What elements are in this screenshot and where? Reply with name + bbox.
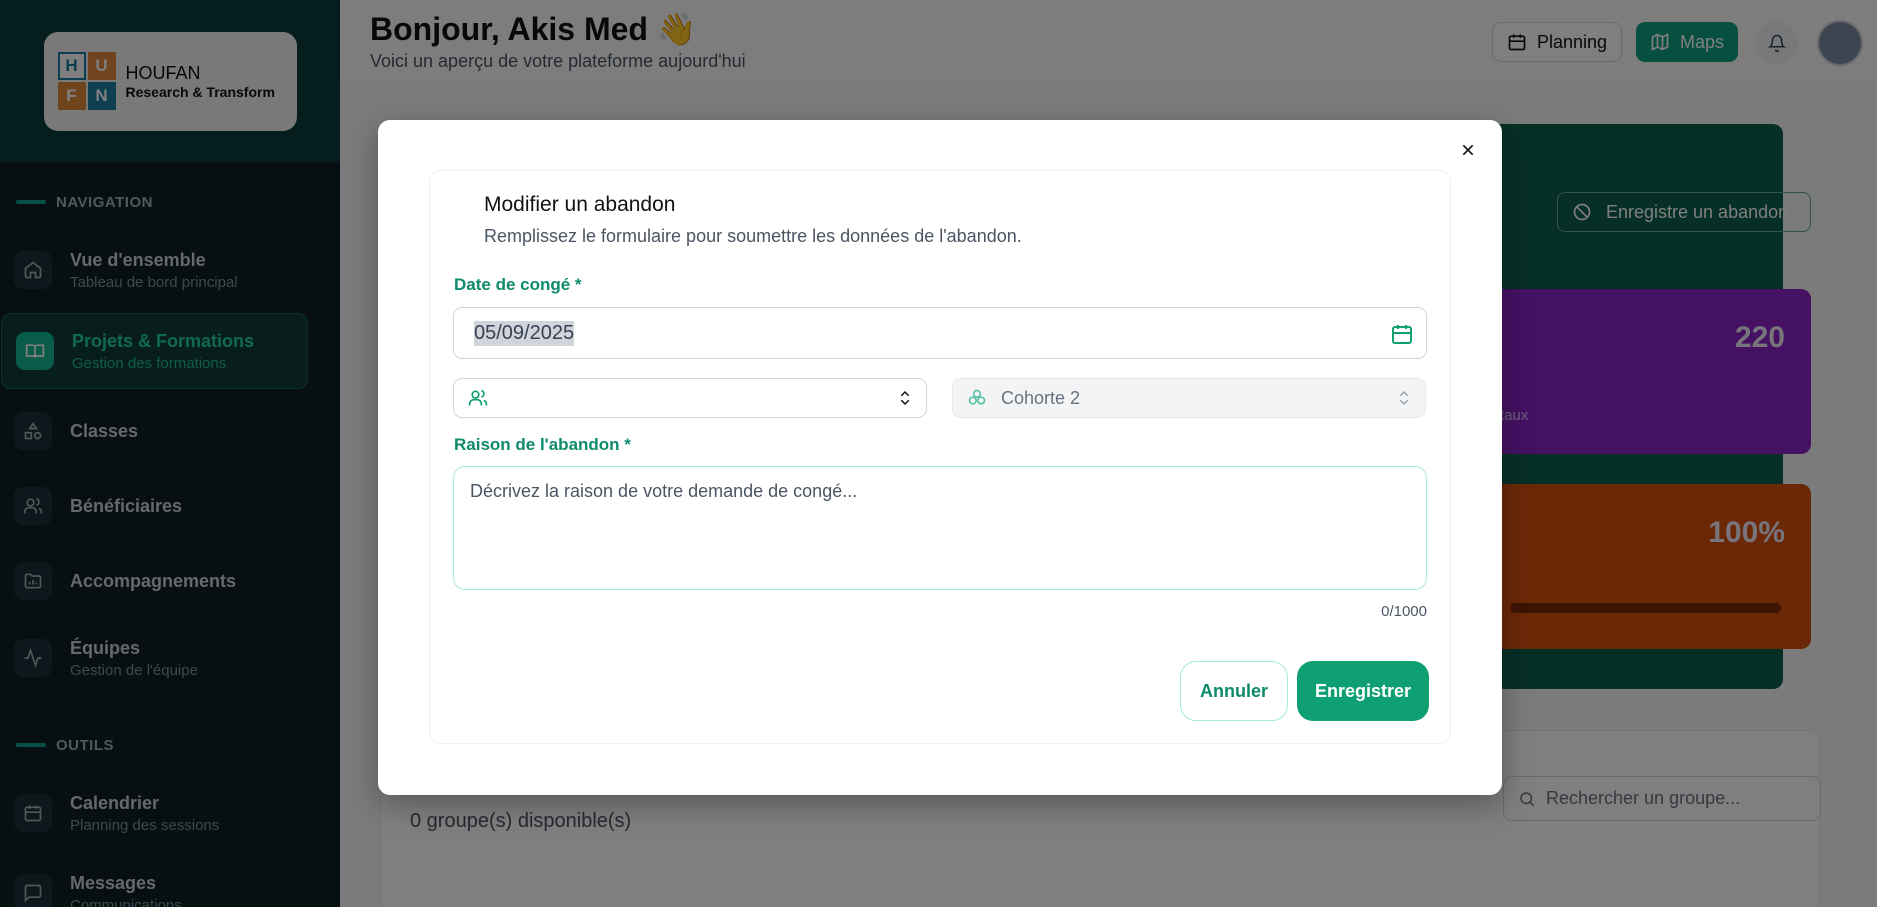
save-button[interactable]: Enregistrer — [1297, 661, 1429, 721]
reason-label: Raison de l'abandon * — [454, 435, 631, 454]
date-value: 05/09/2025 — [474, 320, 575, 346]
character-counter: 0/1000 — [1381, 603, 1427, 620]
users-icon — [468, 389, 488, 406]
cohort-select[interactable]: Cohorte 2 — [952, 378, 1426, 418]
beneficiary-select[interactable] — [453, 378, 927, 418]
dialog-description: Remplissez le formulaire pour soumettre … — [484, 226, 1022, 246]
reason-placeholder: Décrivez la raison de votre demande de c… — [470, 481, 858, 501]
date-label: Date de congé * — [454, 275, 582, 294]
cancel-button[interactable]: Annuler — [1180, 661, 1288, 721]
cohort-value: Cohorte 2 — [1001, 387, 1081, 408]
cohort-icon — [968, 389, 986, 405]
date-field[interactable]: 05/09/2025 — [453, 307, 1427, 359]
edit-dropout-dialog: Modifier un abandon Remplissez le formul… — [378, 120, 1502, 795]
reason-textarea[interactable]: Décrivez la raison de votre demande de c… — [453, 466, 1427, 590]
dropout-form: Modifier un abandon Remplissez le formul… — [429, 170, 1451, 744]
calendar-icon[interactable] — [1390, 322, 1414, 346]
dialog-title: Modifier un abandon — [484, 193, 676, 216]
chevron-updown-icon — [900, 390, 910, 406]
close-icon[interactable] — [1456, 138, 1480, 162]
chevron-updown-icon — [1399, 390, 1409, 406]
